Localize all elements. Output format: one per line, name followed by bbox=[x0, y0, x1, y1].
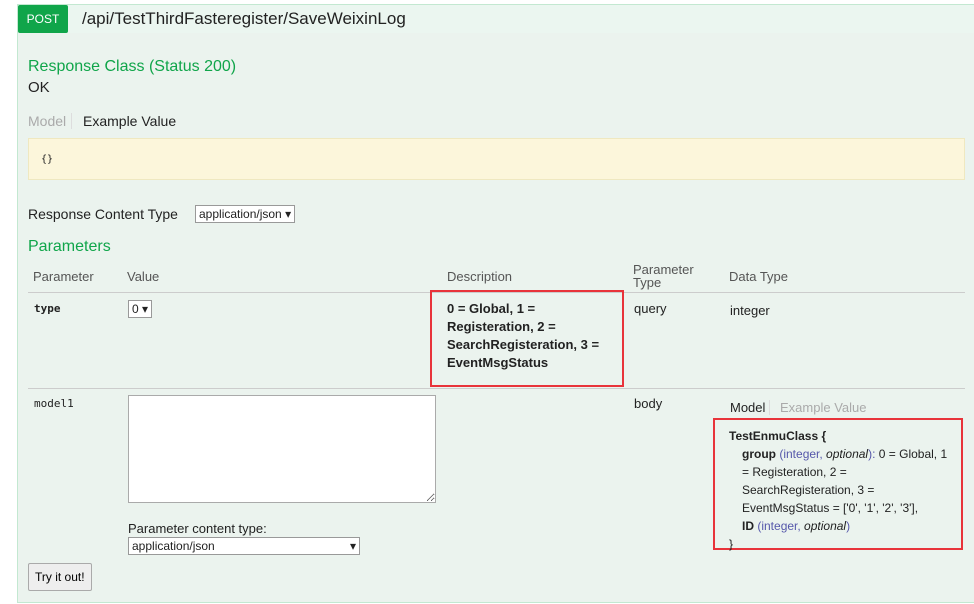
col-value: Value bbox=[127, 269, 160, 284]
param-name-model1: model1 bbox=[34, 397, 74, 410]
model-tab[interactable]: Model bbox=[730, 400, 771, 415]
select-value: 0 bbox=[132, 302, 139, 316]
param-content-type-select[interactable]: application/json ▾ bbox=[128, 537, 360, 555]
type-select[interactable]: 0 ▾ bbox=[128, 300, 153, 318]
param-content-type-label: Parameter content type: bbox=[128, 521, 267, 536]
field-optional: optional bbox=[804, 519, 847, 533]
select-value: application/json bbox=[199, 207, 282, 221]
endpoint-path[interactable]: /api/TestThirdFasteregister/SaveWeixinLo… bbox=[82, 9, 406, 29]
chevron-down-icon: ▾ bbox=[285, 207, 292, 221]
response-content-type-label: Response Content Type bbox=[28, 206, 178, 222]
tab-model[interactable]: Model bbox=[28, 113, 73, 129]
example-value-box: {} bbox=[28, 138, 965, 180]
model-class-name: TestEnmuClass { bbox=[729, 429, 827, 443]
field-optional: optional bbox=[826, 447, 869, 461]
chevron-down-icon: ▾ bbox=[142, 302, 149, 316]
field-type: (integer, bbox=[757, 519, 805, 533]
method-badge: POST bbox=[18, 5, 68, 33]
example-value-tab[interactable]: Example Value bbox=[780, 400, 866, 415]
col-parameter-type: Parameter Type bbox=[633, 262, 694, 290]
col-parameter: Parameter bbox=[33, 269, 94, 284]
param-name-type: type bbox=[34, 302, 61, 315]
select-value: application/json bbox=[132, 539, 215, 553]
param-type-query: query bbox=[634, 301, 667, 316]
param-description: 0 = Global, 1 = Registeration, 2 = Searc… bbox=[447, 301, 600, 370]
model-close: } bbox=[729, 537, 734, 551]
parameters-title: Parameters bbox=[28, 238, 111, 255]
field-group: group bbox=[742, 447, 776, 461]
param-type-body: body bbox=[634, 396, 663, 411]
field-type-close: ) bbox=[846, 519, 851, 533]
model-schema: TestEnmuClass { group (integer, optional… bbox=[729, 427, 957, 553]
try-it-out-button[interactable]: Try it out! bbox=[28, 563, 92, 591]
response-class-title: Response Class (Status 200) bbox=[28, 58, 237, 75]
model1-textarea[interactable] bbox=[128, 395, 436, 503]
tab-example-value[interactable]: Example Value bbox=[83, 113, 176, 129]
field-id: ID bbox=[742, 519, 754, 533]
chevron-down-icon: ▾ bbox=[349, 539, 356, 553]
endpoint-header[interactable]: POST /api/TestThirdFasteregister/SaveWei… bbox=[17, 4, 974, 34]
response-status: OK bbox=[28, 79, 50, 96]
data-type-integer: integer bbox=[730, 303, 770, 318]
field-type: (integer, bbox=[779, 447, 827, 461]
divider bbox=[28, 388, 965, 389]
response-content-type-select[interactable]: application/json ▾ bbox=[195, 205, 296, 223]
col-data-type: Data Type bbox=[729, 269, 789, 284]
col-description: Description bbox=[447, 269, 513, 284]
